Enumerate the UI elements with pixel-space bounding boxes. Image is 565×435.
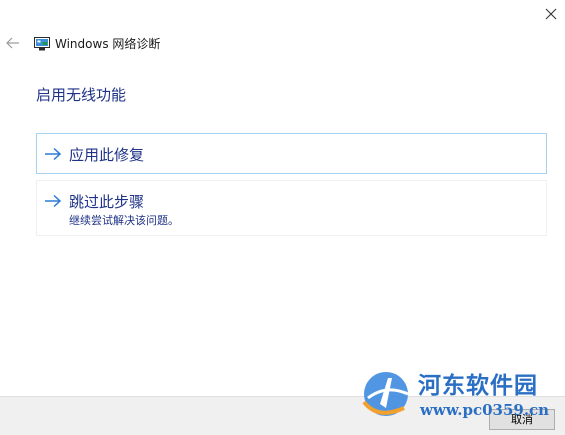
close-icon — [545, 8, 557, 20]
arrow-right-icon — [45, 194, 62, 208]
skip-step-label: 跳过此步骤 — [69, 193, 145, 211]
watermark-logo-icon — [362, 372, 409, 416]
network-diagnostics-window: Windows 网络诊断 启用无线功能 应用此修复 跳过此步骤 继续尝试解决该问… — [0, 0, 565, 435]
skip-step-option[interactable]: 跳过此步骤 继续尝试解决该问题。 — [36, 180, 547, 236]
page-heading: 启用无线功能 — [36, 86, 127, 104]
network-diagnostics-icon — [34, 36, 50, 51]
back-button[interactable] — [4, 34, 24, 52]
skip-step-description: 继续尝试解决该问题。 — [69, 214, 179, 227]
apply-fix-option[interactable]: 应用此修复 — [36, 133, 547, 174]
watermark-name: 河东软件园 — [418, 372, 538, 399]
apply-fix-label: 应用此修复 — [69, 146, 145, 164]
watermark-url: www.pc0359.cn — [420, 401, 550, 419]
window-title: Windows 网络诊断 — [55, 37, 161, 51]
back-arrow-icon — [6, 37, 19, 49]
close-button[interactable] — [538, 2, 564, 26]
watermark: 河东软件园 www.pc0359.cn — [358, 362, 563, 432]
arrow-right-icon — [45, 147, 62, 161]
